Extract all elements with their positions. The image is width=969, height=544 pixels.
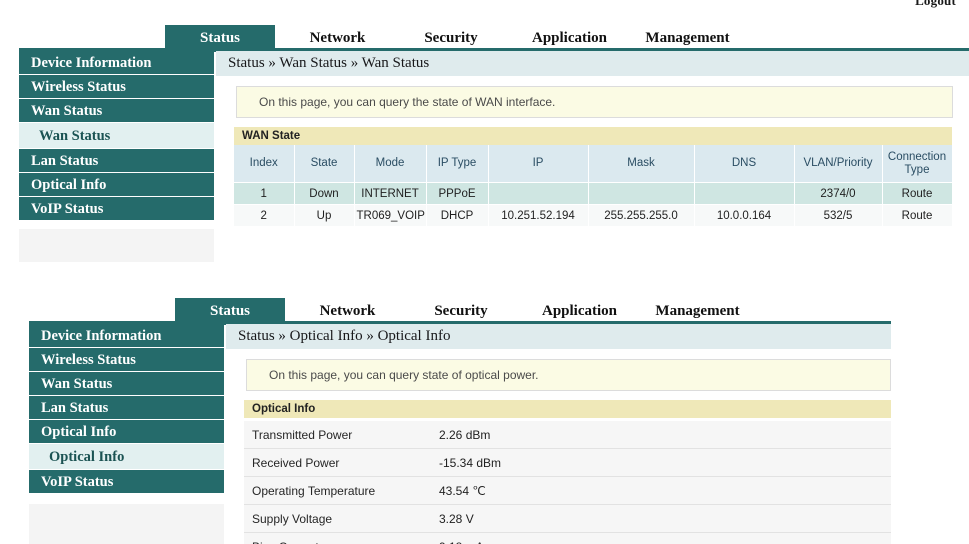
- list-item: Transmitted Power 2.26 dBm: [244, 421, 891, 449]
- top-sidebar-item-lan-status[interactable]: Lan Status: [19, 149, 214, 173]
- optical-label: Transmitted Power: [244, 421, 429, 449]
- optical-value: 3.28 V: [429, 504, 891, 533]
- top-sidebar-filler: [19, 229, 214, 262]
- top-sidebar: Device Information Wireless Status Wan Sta…: [19, 51, 214, 221]
- wan-cell-state: Up: [294, 204, 355, 227]
- bottom-breadcrumb: Status » Optical Info » Optical Info: [226, 324, 891, 349]
- wan-cell-ip: [488, 182, 589, 205]
- top-sidebar-item-device-information[interactable]: Device Information: [19, 51, 214, 75]
- wan-col-state: State: [294, 145, 355, 183]
- top-sidebar-item-optical-info[interactable]: Optical Info: [19, 173, 214, 197]
- wan-col-mode: Mode: [354, 145, 427, 183]
- top-breadcrumb: Status » Wan Status » Wan Status: [216, 51, 969, 76]
- wan-cell-connection-type: Route: [882, 204, 953, 227]
- wan-cell-dns: [694, 182, 795, 205]
- bottom-sidebar-item-wireless-status[interactable]: Wireless Status: [29, 348, 224, 372]
- wan-cell-mask: [588, 182, 695, 205]
- wan-col-ip-type: IP Type: [426, 145, 489, 183]
- list-item: Received Power -15.34 dBm: [244, 448, 891, 477]
- optical-info-section-title: Optical Info: [244, 400, 891, 418]
- wan-state-table: Index State Mode IP Type IP Mask DNS VLAN/Prior…: [234, 145, 953, 227]
- top-sidebar-item-wireless-status[interactable]: Wireless Status: [19, 75, 214, 99]
- optical-value: 43.54 ℃: [429, 476, 891, 505]
- wan-cell-ip: 10.251.52.194: [488, 204, 589, 227]
- top-sidebar-item-wan-status[interactable]: Wan Status: [19, 99, 214, 123]
- top-sidebar-item-voip-status[interactable]: VoIP Status: [19, 197, 214, 221]
- wan-cell-index: 2: [234, 204, 295, 227]
- wan-cell-vlan-priority: 2374/0: [794, 182, 883, 205]
- logout-link[interactable]: Logout: [915, 0, 956, 9]
- optical-label: Bias Current: [244, 532, 429, 544]
- bottom-sidebar-item-wan-status[interactable]: Wan Status: [29, 372, 224, 396]
- optical-info-table: Transmitted Power 2.26 dBm Received Power -…: [244, 421, 891, 544]
- optical-label: Operating Temperature: [244, 476, 429, 505]
- bottom-notice-banner: On this page, you can query state of opt…: [246, 359, 891, 391]
- bottom-sidebar-item-device-information[interactable]: Device Information: [29, 324, 224, 348]
- wan-cell-mask: 255.255.255.0: [588, 204, 695, 227]
- optical-value: 2.26 dBm: [429, 421, 891, 449]
- optical-value: -15.34 dBm: [429, 448, 891, 477]
- wan-cell-mode: TR069_VOIP: [354, 204, 427, 227]
- wan-col-index: Index: [234, 145, 295, 183]
- wan-cell-mode: INTERNET: [354, 182, 427, 205]
- wan-col-ip: IP: [488, 145, 589, 183]
- wan-col-dns: DNS: [694, 145, 795, 183]
- table-row: 1 Down INTERNET PPPoE 2374/0 Route: [234, 182, 953, 205]
- table-row: 2 Up TR069_VOIP DHCP 10.251.52.194 255.255.25…: [234, 204, 953, 227]
- wan-cell-ip-type: DHCP: [426, 204, 489, 227]
- wan-state-section-title: WAN State: [234, 127, 952, 145]
- wan-cell-index: 1: [234, 182, 295, 205]
- list-item: Operating Temperature 43.54 ℃: [244, 476, 891, 505]
- wan-cell-state: Down: [294, 182, 355, 205]
- top-sidebar-item-wan-status-sub[interactable]: Wan Status: [19, 123, 214, 149]
- bottom-sidebar-item-optical-info-sub[interactable]: Optical Info: [29, 444, 224, 470]
- wan-col-connection-type: Connection Type: [882, 145, 953, 183]
- wan-cell-dns: 10.0.0.164: [694, 204, 795, 227]
- bottom-sidebar-filler: [29, 504, 224, 544]
- top-notice-banner: On this page, you can query the state of…: [236, 86, 953, 118]
- wan-cell-connection-type: Route: [882, 182, 953, 205]
- wan-col-mask: Mask: [588, 145, 695, 183]
- optical-value: 9.18 mA: [429, 532, 891, 544]
- optical-label: Received Power: [244, 448, 429, 477]
- wan-cell-ip-type: PPPoE: [426, 182, 489, 205]
- list-item: Supply Voltage 3.28 V: [244, 504, 891, 533]
- bottom-sidebar-item-optical-info[interactable]: Optical Info: [29, 420, 224, 444]
- bottom-sidebar-item-lan-status[interactable]: Lan Status: [29, 396, 224, 420]
- bottom-sidebar: Device Information Wireless Status Wan Sta…: [29, 324, 224, 494]
- list-item: Bias Current9.18 mA: [244, 532, 891, 544]
- optical-label: Supply Voltage: [244, 504, 429, 533]
- bottom-sidebar-item-voip-status[interactable]: VoIP Status: [29, 470, 224, 494]
- wan-col-vlan-priority: VLAN/Priority: [794, 145, 883, 183]
- wan-cell-vlan-priority: 532/5: [794, 204, 883, 227]
- router-admin-screen: Logout Status Network Security Application M…: [0, 0, 969, 544]
